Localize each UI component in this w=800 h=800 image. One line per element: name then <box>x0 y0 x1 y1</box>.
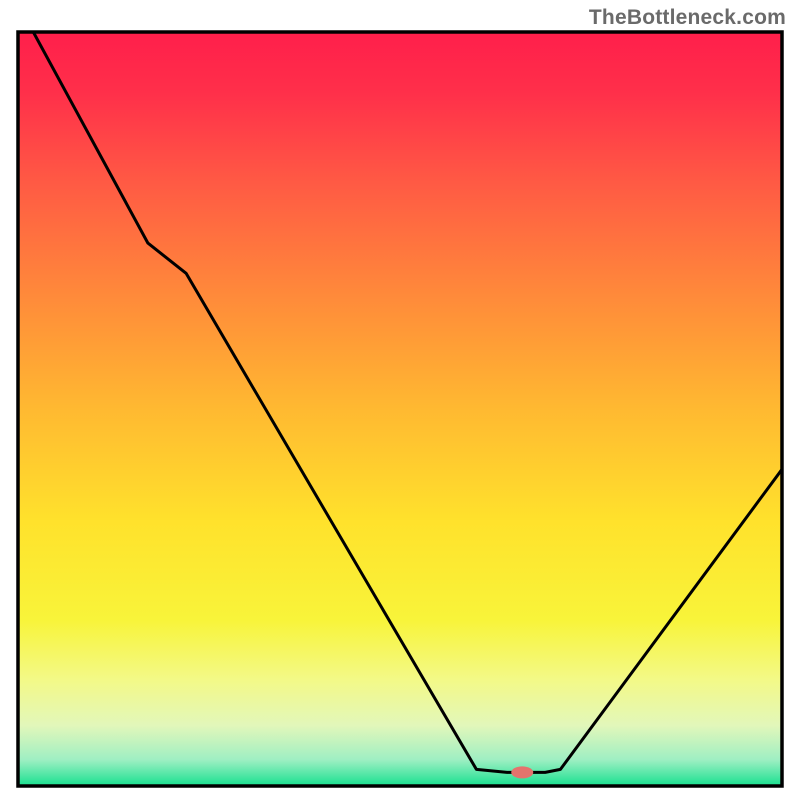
chart-canvas <box>0 0 800 800</box>
bottleneck-chart: TheBottleneck.com <box>0 0 800 800</box>
gradient-background <box>18 32 782 786</box>
watermark-label: TheBottleneck.com <box>589 6 786 30</box>
optimal-point-marker <box>511 766 533 778</box>
